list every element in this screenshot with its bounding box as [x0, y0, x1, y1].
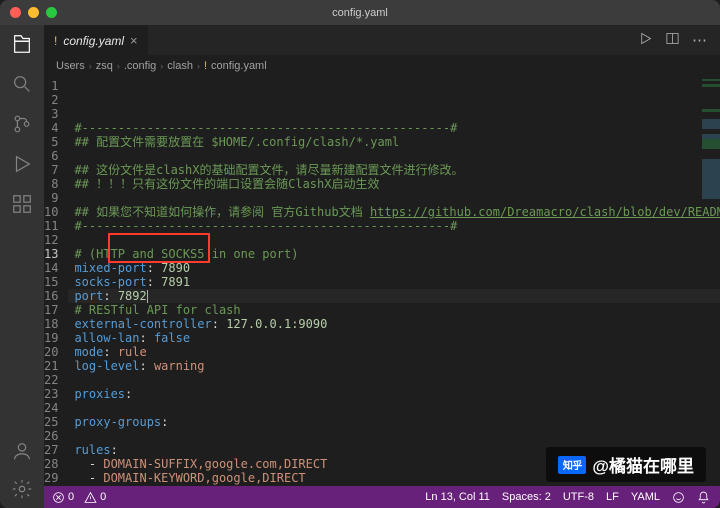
breadcrumb[interactable]: Users › zsq › .config › clash ›! config.yaml [44, 55, 720, 77]
modified-indicator: ! [54, 34, 57, 48]
notifications-icon[interactable] [697, 491, 710, 504]
status-encoding[interactable]: UTF-8 [563, 491, 594, 503]
tab-bar: ! config.yaml × ⋯ [44, 25, 720, 55]
code-line[interactable]: proxy-groups: [68, 415, 720, 429]
breadcrumb-separator: › [197, 61, 200, 71]
close-tab-button[interactable]: × [130, 33, 138, 48]
breadcrumb-part[interactable]: zsq [96, 60, 113, 72]
code-line[interactable]: mode: rule [68, 345, 720, 359]
code-line[interactable]: # RESTful API for clash [68, 303, 720, 317]
code-line[interactable]: port: 7892 [68, 289, 720, 303]
code-line[interactable] [68, 149, 720, 163]
files-icon[interactable] [11, 33, 33, 55]
watermark: 知乎 @橘猫在哪里 [546, 447, 706, 482]
feedback-icon[interactable] [672, 491, 685, 504]
window-titlebar: config.yaml [0, 0, 720, 25]
account-icon[interactable] [11, 440, 33, 462]
activity-bar [0, 25, 44, 508]
code-content[interactable]: #---------------------------------------… [68, 77, 720, 486]
code-line[interactable] [68, 191, 720, 205]
code-line[interactable] [68, 401, 720, 415]
breadcrumb-part[interactable]: clash [167, 60, 193, 72]
code-line[interactable]: allow-lan: false [68, 331, 720, 345]
code-line[interactable]: ## ！！！只有这份文件的端口设置会随ClashX启动生效 [68, 177, 720, 191]
status-warnings[interactable]: 0 [84, 491, 106, 504]
code-line[interactable]: socks-port: 7891 [68, 275, 720, 289]
code-line[interactable]: proxies: [68, 387, 720, 401]
status-errors[interactable]: 0 [52, 491, 74, 504]
status-eol[interactable]: LF [606, 491, 619, 503]
code-line[interactable] [68, 233, 720, 247]
extensions-icon[interactable] [11, 193, 33, 215]
code-line[interactable]: ## 如果您不知道如何操作，请参阅 官方Github文档 https://git… [68, 205, 720, 219]
run-icon[interactable] [638, 31, 653, 49]
settings-icon[interactable] [11, 478, 33, 500]
window-title: config.yaml [0, 7, 720, 19]
status-position[interactable]: Ln 13, Col 11 [425, 491, 490, 503]
breadcrumb-separator: › [160, 61, 163, 71]
line-number-gutter: 1234567891011121314151617181920212223242… [44, 77, 68, 486]
errors-count: 0 [68, 491, 74, 503]
code-line[interactable]: # (HTTP and SOCKS5 in one port) [68, 247, 720, 261]
code-editor[interactable]: 1234567891011121314151617181920212223242… [44, 77, 720, 486]
breadcrumb-part[interactable]: Users [56, 60, 85, 72]
status-spaces[interactable]: Spaces: 2 [502, 491, 551, 503]
breadcrumb-separator: › [117, 61, 120, 71]
split-editor-icon[interactable] [665, 31, 680, 49]
code-line[interactable]: #---------------------------------------… [68, 121, 720, 135]
breadcrumb-part[interactable]: .config [124, 60, 156, 72]
tab-filename: config.yaml [63, 34, 124, 48]
editor-tab[interactable]: ! config.yaml × [44, 25, 148, 55]
code-line[interactable]: mixed-port: 7890 [68, 261, 720, 275]
warnings-count: 0 [100, 491, 106, 503]
code-line[interactable] [68, 373, 720, 387]
code-line[interactable]: log-level: warning [68, 359, 720, 373]
search-icon[interactable] [11, 73, 33, 95]
code-line[interactable]: ## 这份文件是clashX的基础配置文件，请尽量新建配置文件进行修改。 [68, 163, 720, 177]
code-line[interactable]: external-controller: 127.0.0.1:9090 [68, 317, 720, 331]
status-language[interactable]: YAML [631, 491, 660, 503]
code-line[interactable]: ## 配置文件需要放置在 $HOME/.config/clash/*.yaml [68, 135, 720, 149]
debug-icon[interactable] [11, 153, 33, 175]
modified-indicator: ! [204, 60, 207, 72]
code-line[interactable]: #---------------------------------------… [68, 219, 720, 233]
breadcrumb-leaf[interactable]: config.yaml [211, 60, 267, 72]
source-control-icon[interactable] [11, 113, 33, 135]
code-line[interactable] [68, 429, 720, 443]
breadcrumb-separator: › [89, 61, 92, 71]
status-bar: 0 0 Ln 13, Col 11 Spaces: 2 UTF-8 LF YAM… [44, 486, 720, 508]
code-line[interactable]: - DOMAIN,google.com,DIRECT [68, 485, 720, 486]
zhihu-logo: 知乎 [558, 456, 586, 474]
more-actions-button[interactable]: ⋯ [692, 31, 708, 49]
watermark-text: @橘猫在哪里 [592, 452, 694, 477]
